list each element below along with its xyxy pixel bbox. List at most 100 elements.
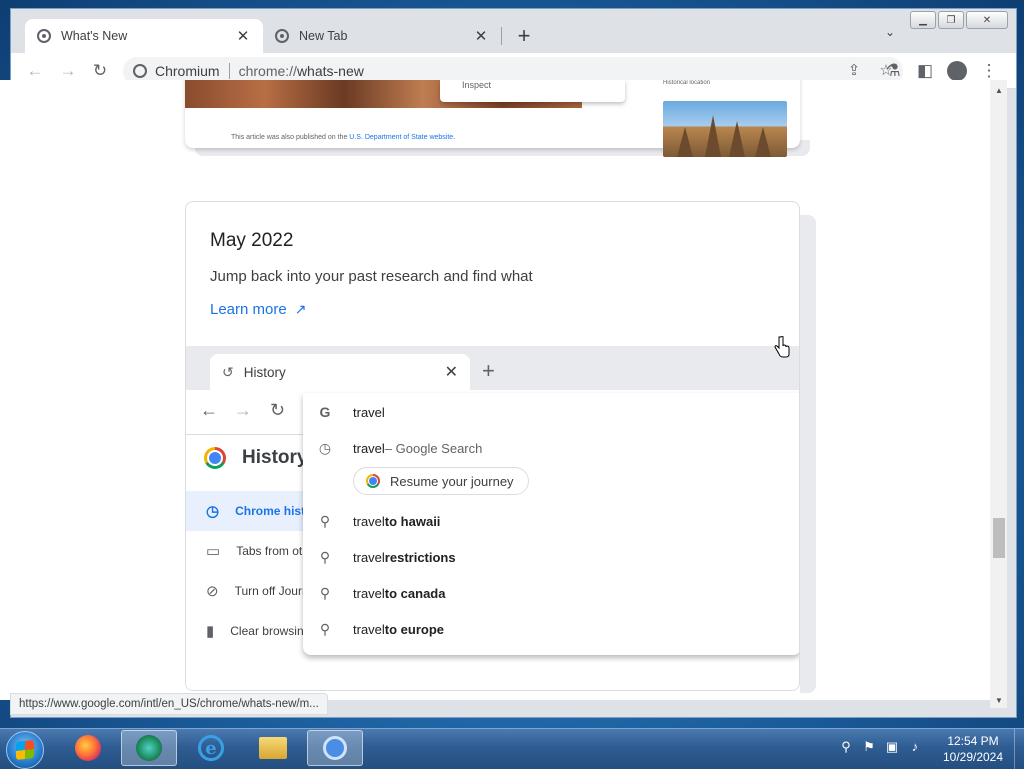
- reload-icon: ↻: [270, 400, 286, 420]
- taskbar-chromium[interactable]: [307, 730, 363, 766]
- close-tab-icon[interactable]: ✕: [235, 27, 251, 45]
- tab-strip: What's New ✕ New Tab ✕ + ⌄: [11, 9, 1016, 53]
- sidebar-item-journeys: ⊘ Turn off Journeys: [186, 571, 327, 611]
- taskbar-edge[interactable]: [121, 730, 177, 766]
- start-button[interactable]: [6, 731, 44, 769]
- omnibox-dropdown: G travel ◷ travel – Google Search Resume…: [303, 393, 799, 655]
- suggestion-completion: to canada: [384, 585, 446, 601]
- tab-new-tab[interactable]: New Tab ✕: [263, 19, 501, 53]
- hand-cursor-icon: [774, 336, 790, 358]
- taskbar-internet-explorer[interactable]: e: [183, 730, 239, 766]
- site-name: Chromium: [155, 63, 220, 79]
- scroll-down-arrow-icon[interactable]: ▼: [995, 696, 1003, 705]
- suggestion-completion: to hawaii: [384, 513, 441, 529]
- close-tab-icon[interactable]: ✕: [473, 27, 489, 45]
- spire-shape: [705, 115, 721, 157]
- inspect-label: Inspect: [440, 80, 625, 102]
- flag-icon[interactable]: ⚑: [861, 739, 877, 755]
- sidebar-item-chrome-history: ◷ Chrome history: [186, 491, 324, 531]
- close-icon: ✕: [444, 364, 458, 381]
- screenshot-tab-strip: ↺ History ✕ +: [186, 346, 799, 390]
- suggestion-row: ⚲ travel restrictions: [303, 542, 799, 572]
- state-department-link[interactable]: U.S. Department of State website: [349, 134, 453, 141]
- chromium-site-icon: [133, 64, 147, 78]
- scroll-up-arrow-icon[interactable]: ▲: [995, 86, 1003, 95]
- card-description: Jump back into your past research and fi…: [210, 268, 533, 285]
- spire-shape: [729, 121, 745, 157]
- card-shadow: [800, 215, 816, 693]
- chrome-logo-icon: [366, 474, 380, 488]
- page-viewport: Inspect This article was also published …: [0, 80, 990, 700]
- windows-taskbar: e ⚲ ⚑ ▣ ♪ 12:54 PM 10/29/2024: [0, 728, 1024, 769]
- temple-thumbnail: [663, 101, 787, 157]
- tab-whats-new[interactable]: What's New ✕: [25, 19, 263, 53]
- suggestion-prefix: travel: [353, 513, 385, 529]
- clock[interactable]: 12:54 PM 10/29/2024: [938, 733, 1008, 765]
- search-suggestion-row: ◷ travel – Google Search: [303, 433, 799, 463]
- sidebar-item-clear-data: ▮ Clear browsing data: [186, 611, 337, 651]
- url-text: chrome://whats-new: [239, 63, 364, 79]
- chromium-favicon-icon: [275, 29, 289, 43]
- chrome-logo-icon: [204, 447, 226, 469]
- article-note-suffix: .: [453, 134, 456, 141]
- spire-shape: [755, 127, 771, 157]
- scrollbar-thumb[interactable]: [993, 518, 1005, 558]
- suggestion-row: ⚲ travel to hawaii: [303, 506, 799, 536]
- new-tab-button[interactable]: +: [511, 23, 537, 49]
- tab-title: New Tab: [299, 29, 348, 43]
- spire-shape: [677, 127, 693, 157]
- volume-icon[interactable]: ♪: [907, 739, 923, 755]
- article-card: Inspect This article was also published …: [185, 80, 800, 157]
- google-g-icon: G: [319, 404, 331, 420]
- search-icon: ⚲: [319, 512, 331, 529]
- history-sidebar: History ◷ Chrome history ▭ Tabs from other…: [186, 435, 364, 690]
- suggestion-prefix: travel: [353, 621, 385, 637]
- clock-icon: ◷: [318, 439, 332, 456]
- article-note-prefix: This article was also published on the: [231, 134, 350, 141]
- learn-more-label: Learn more: [210, 301, 287, 318]
- external-arrow-icon: ↗: [294, 301, 307, 317]
- chromium-favicon-icon: [37, 29, 51, 43]
- firefox-icon: [75, 735, 101, 761]
- internet-explorer-icon: e: [198, 735, 224, 761]
- chip-label: Resume your journey: [390, 473, 514, 489]
- search-icon: ⚲: [319, 548, 331, 565]
- sidebar-item-other-devices: ▭ Tabs from other devices: [186, 531, 364, 571]
- search-tray-icon[interactable]: ⚲: [838, 739, 854, 755]
- plus-icon: +: [482, 358, 495, 383]
- network-icon[interactable]: ▣: [884, 739, 900, 755]
- taskbar-firefox[interactable]: [60, 730, 116, 766]
- tab-title: What's New: [61, 29, 128, 43]
- tab-search-chevron-down-icon[interactable]: ⌄: [885, 25, 895, 39]
- system-tray: ⚲ ⚑ ▣ ♪: [838, 739, 923, 755]
- folder-icon: [259, 737, 287, 759]
- omnibox-divider: [228, 63, 230, 79]
- suggestion-prefix: travel: [353, 440, 385, 456]
- history-heading: History: [204, 447, 307, 469]
- feature-screenshot: ↺ History ✕ + ← → ↻ History ◷ Chrome hist…: [186, 346, 799, 690]
- profile-avatar-icon[interactable]: [947, 61, 967, 81]
- page-scrollbar[interactable]: [990, 80, 1007, 708]
- suggestion-prefix: travel: [353, 585, 385, 601]
- suggestion-row: ⚲ travel to canada: [303, 578, 799, 608]
- card-date: May 2022: [210, 230, 294, 251]
- search-icon: ⚲: [319, 620, 331, 637]
- thumbnail-caption: Historical location: [663, 80, 711, 86]
- history-icon: ↺: [222, 363, 234, 380]
- clock-date: 10/29/2024: [942, 750, 1004, 764]
- url-scheme: chrome://: [238, 63, 297, 79]
- learn-more-link[interactable]: Learn more ↗: [210, 301, 306, 318]
- resume-journey-chip: Resume your journey: [353, 467, 529, 495]
- taskbar-file-explorer[interactable]: [245, 730, 301, 766]
- tab-divider: [501, 27, 502, 45]
- history-title: History: [242, 447, 308, 468]
- forward-arrow-icon: →: [234, 400, 252, 420]
- edge-icon: [136, 735, 162, 761]
- suggestion-completion: to europe: [384, 621, 445, 637]
- clock-time: 12:54 PM: [947, 734, 999, 748]
- show-desktop-button[interactable]: [1014, 729, 1024, 769]
- journeys-off-icon: ⊘: [206, 583, 219, 600]
- url-path: whats-new: [296, 63, 364, 79]
- article-note: This article was also published on the U…: [231, 134, 455, 141]
- suggestion-prefix: travel: [353, 549, 385, 565]
